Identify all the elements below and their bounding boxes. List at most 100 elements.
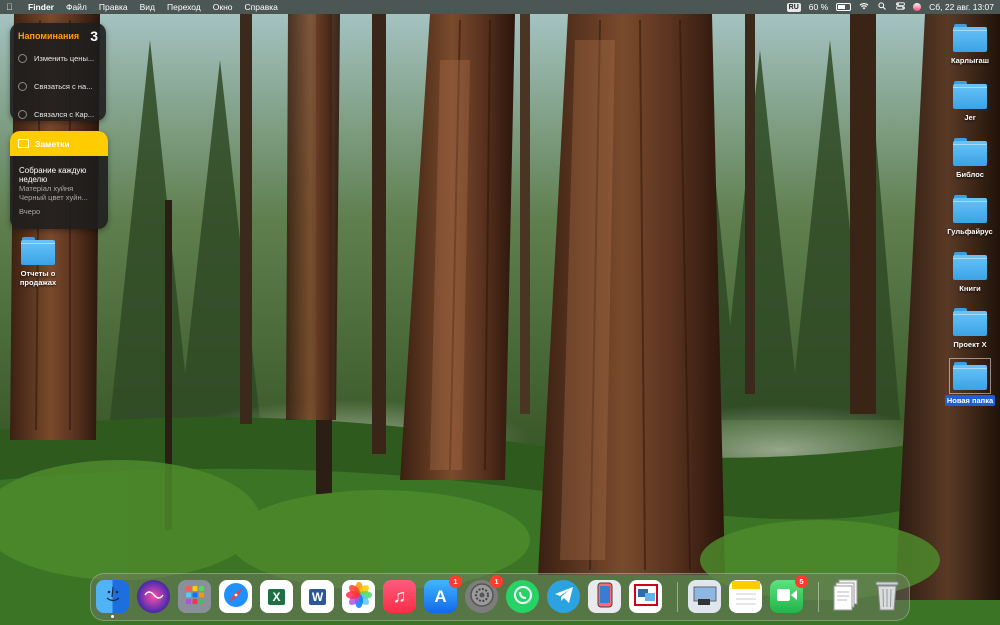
reminder-checkbox[interactable] xyxy=(18,53,27,63)
control-center-icon[interactable] xyxy=(895,2,905,12)
reminder-item[interactable]: Связаться с на... xyxy=(10,72,106,100)
safari-icon xyxy=(222,581,250,612)
battery-percent: 60 % xyxy=(808,2,829,12)
siri-icon xyxy=(143,589,164,604)
menu-help[interactable]: Справка xyxy=(245,2,278,12)
dock-app-word[interactable]: W xyxy=(301,580,334,613)
dock-app-launchpad[interactable] xyxy=(178,580,211,613)
reminder-checkbox[interactable] xyxy=(18,109,27,119)
dock-separator xyxy=(818,582,819,612)
menu-bar:  Finder Файл Правка Вид Переход Окно Сп… xyxy=(0,0,1000,14)
desktop-folder-label: Новая папка xyxy=(944,395,996,406)
desktop-folder-selected[interactable]: Новая папка xyxy=(935,358,1000,408)
facetime-icon xyxy=(776,588,798,605)
dock-app-telegram[interactable] xyxy=(547,580,580,613)
desktop-folder[interactable]: Гульфайрус xyxy=(940,195,1000,236)
dock-app-remote-desktop[interactable] xyxy=(629,580,662,613)
desktop-folder[interactable]: Карлыгаш xyxy=(940,24,1000,65)
menu-go[interactable]: Переход xyxy=(167,2,201,12)
dock-app-iphone-backup[interactable] xyxy=(588,580,621,613)
reminder-text: Связался с Кар... xyxy=(34,109,95,119)
folder-icon xyxy=(21,237,55,265)
notes-header: Заметки xyxy=(10,131,108,156)
battery-icon[interactable] xyxy=(836,3,852,11)
user-menu-icon[interactable] xyxy=(913,3,922,11)
desktop-folder-label: Гульфайрус xyxy=(947,227,993,236)
menu-app-name[interactable]: Finder xyxy=(28,2,54,12)
dock-app-photos[interactable] xyxy=(342,580,375,613)
wifi-icon[interactable] xyxy=(859,2,869,12)
reminder-item[interactable]: Связался с Кар... xyxy=(10,100,106,121)
reminders-count: 3 xyxy=(90,28,98,44)
documents-stack-icon xyxy=(833,579,859,614)
desktop-folder-label: Библос xyxy=(956,170,984,179)
reminder-text: Связаться с на... xyxy=(34,81,93,91)
desktop-folder[interactable]: Библос xyxy=(940,138,1000,179)
whatsapp-icon xyxy=(512,584,534,609)
notification-badge: 1 xyxy=(449,575,462,588)
desktop-wallpaper xyxy=(0,0,1000,625)
dock-app-system-preferences[interactable]: 1 xyxy=(465,575,503,613)
desktop-folder-label: Отчеты о продажах xyxy=(19,269,57,287)
dock-trash[interactable] xyxy=(870,580,903,613)
preview-icon xyxy=(692,583,718,610)
reminder-text: Изменить цены... xyxy=(34,53,95,63)
dock-app-app-store[interactable]: A 1 xyxy=(424,575,462,613)
remote-desktop-icon xyxy=(633,583,659,610)
menu-file[interactable]: Файл xyxy=(66,2,87,12)
dock-app-preview[interactable] xyxy=(688,580,721,613)
desktop-folder-label: Карлыгаш xyxy=(951,56,989,65)
desktop-folder[interactable]: Книги xyxy=(940,252,1000,293)
menu-edit[interactable]: Правка xyxy=(99,2,128,12)
folder-icon xyxy=(953,195,987,223)
telegram-icon xyxy=(554,586,574,607)
folder-icon xyxy=(949,358,991,394)
dock-app-safari[interactable] xyxy=(219,580,252,613)
notification-badge: 5 xyxy=(795,575,808,588)
apple-menu-icon[interactable]:  xyxy=(6,2,18,12)
reminders-title: Напоминания xyxy=(18,31,80,41)
dock-app-excel[interactable]: X xyxy=(260,580,293,613)
notes-folder-icon xyxy=(18,139,29,148)
menu-clock[interactable]: Сб, 22 авг. 13:07 xyxy=(929,2,994,12)
note-date: Вчеро xyxy=(19,207,41,216)
desktop-folder-label: Книги xyxy=(959,284,981,293)
desktop-folder[interactable]: Отчеты о продажах xyxy=(8,237,68,287)
folder-icon xyxy=(953,138,987,166)
desktop-folder[interactable]: Проект Х xyxy=(940,308,1000,349)
running-indicator xyxy=(111,615,114,618)
dock-documents-stack[interactable] xyxy=(829,579,862,614)
dock-app-notes[interactable] xyxy=(729,580,762,613)
menu-view[interactable]: Вид xyxy=(140,2,155,12)
spotlight-icon[interactable] xyxy=(877,2,887,12)
app-store-icon: A xyxy=(434,586,447,606)
dock-separator xyxy=(677,582,678,612)
notes-title: Заметки xyxy=(35,138,70,149)
menu-window[interactable]: Окно xyxy=(213,2,233,12)
notification-badge: 1 xyxy=(490,575,503,588)
iphone-backup-icon xyxy=(597,582,613,611)
dock-app-facetime[interactable]: 5 xyxy=(770,575,808,613)
trash-icon xyxy=(874,579,900,614)
input-source-menu[interactable]: RU xyxy=(786,2,801,12)
desktop-folder[interactable]: Jer xyxy=(940,81,1000,122)
dock-app-siri[interactable] xyxy=(137,580,170,613)
photos-icon xyxy=(345,582,372,611)
dock-app-music[interactable]: ♫ xyxy=(383,580,416,613)
desktop-folder-label: Проект Х xyxy=(953,340,987,349)
music-icon: ♫ xyxy=(392,586,407,606)
launchpad-icon xyxy=(184,584,206,609)
folder-icon xyxy=(953,252,987,280)
notes-widget[interactable]: Заметки Собрание каждую неделю Матерiал … xyxy=(10,131,108,229)
finder-icon xyxy=(102,584,124,609)
dock: X W ♫ A 1 1 5 xyxy=(90,573,910,621)
reminders-widget[interactable]: Напоминания 3 Изменить цены... Связаться… xyxy=(10,23,106,121)
note-line: Матерiал хуйня xyxy=(19,184,74,193)
notes-icon xyxy=(731,581,760,612)
dock-app-whatsapp[interactable] xyxy=(506,580,539,613)
reminder-checkbox[interactable] xyxy=(18,81,27,91)
dock-app-finder[interactable] xyxy=(96,580,129,618)
folder-icon xyxy=(953,81,987,109)
reminder-item[interactable]: Изменить цены... xyxy=(10,44,106,72)
system-preferences-icon xyxy=(469,582,495,611)
